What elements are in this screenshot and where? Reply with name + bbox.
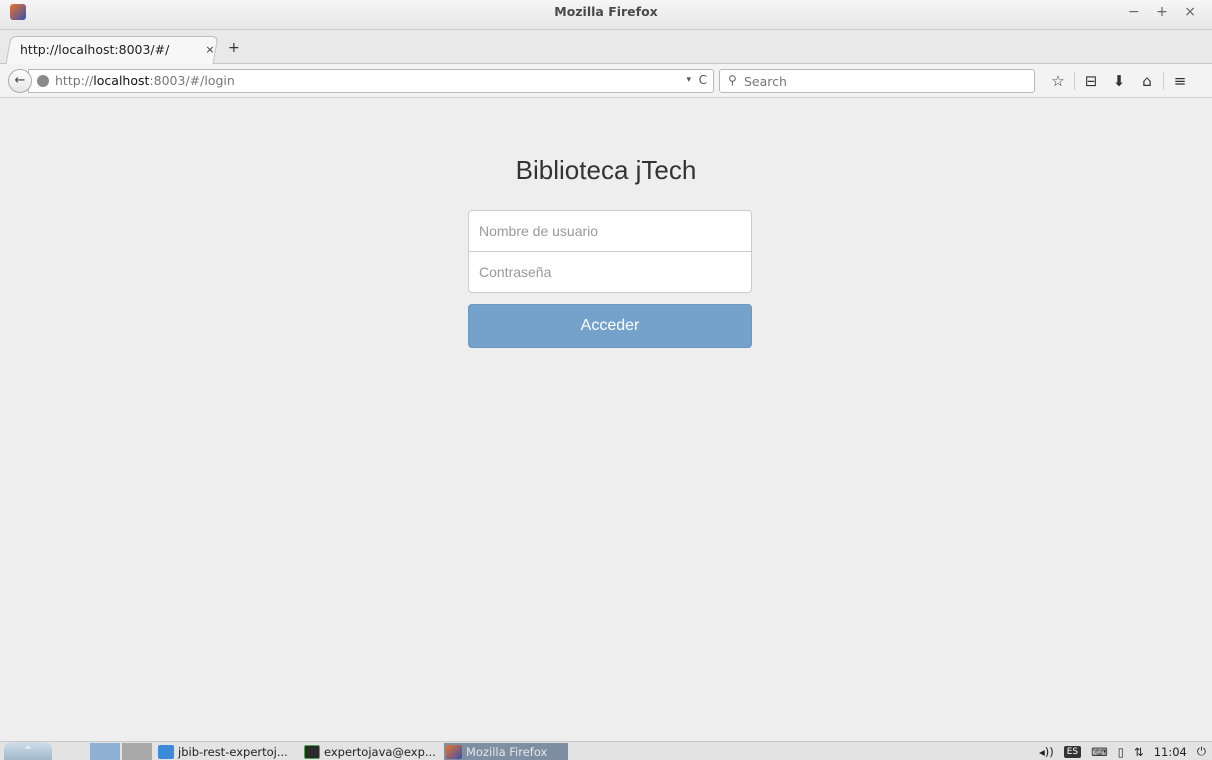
battery-icon[interactable]: ▯ (1118, 745, 1124, 759)
star-icon[interactable]: ☆ (1044, 72, 1072, 90)
search-icon: ⚲ (728, 73, 737, 87)
login-button[interactable]: Acceder (468, 304, 752, 348)
url-text[interactable]: http://localhost:8003/#/login (55, 73, 235, 88)
network-icon[interactable]: ⇅ (1134, 745, 1144, 759)
start-menu-button[interactable]: ⌃ (4, 742, 52, 760)
toolbar-separator (1074, 72, 1075, 90)
page-title: Biblioteca jTech (515, 155, 697, 185)
download-icon[interactable]: ⬇ (1105, 72, 1133, 90)
firefox-icon (446, 744, 462, 759)
window-title: Mozilla Firefox (554, 4, 658, 19)
clock[interactable]: 11:04 (1154, 745, 1187, 759)
password-field[interactable] (468, 251, 752, 293)
terminal-icon (304, 744, 320, 759)
toolbar-icons: ☆ ⊟ ⬇ ⌂ ≡ (1044, 70, 1194, 92)
reload-icon[interactable]: C (699, 73, 707, 87)
url-dropdown-icon[interactable]: ▾ (686, 75, 691, 85)
keyboard-icon[interactable]: ⌨ (1091, 745, 1108, 759)
username-field[interactable] (468, 210, 752, 252)
ide-icon (158, 744, 174, 759)
reading-list-icon[interactable]: ⊟ (1077, 72, 1105, 90)
tab-close-icon[interactable]: × (200, 43, 220, 56)
taskbar-item-label: jbib-rest-expertoj... (178, 744, 288, 759)
search-bar[interactable]: ⚲ Search (719, 69, 1035, 93)
toolbar-separator (1163, 72, 1164, 90)
back-button[interactable]: ← (8, 69, 32, 93)
system-tray: ◂)) ES ⌨ ▯ ⇅ 11:04 ⏻ (1029, 743, 1206, 760)
taskbar-item-label: Mozilla Firefox (466, 744, 548, 759)
taskbar-item-firefox[interactable]: Mozilla Firefox (444, 743, 568, 760)
nav-bar: http://localhost:8003/#/login ▾ C ← ⚲ Se… (0, 64, 1212, 98)
keyboard-layout-badge[interactable]: ES (1063, 745, 1082, 758)
tab-strip: http://localhost:8003/#/ × + (0, 30, 1212, 64)
new-tab-button[interactable]: + (228, 40, 240, 56)
tab-label: http://localhost:8003/#/ (20, 41, 170, 57)
workspace-2[interactable] (122, 743, 152, 760)
url-bar[interactable]: http://localhost:8003/#/login ▾ C (28, 69, 714, 93)
taskbar-item-jbib[interactable]: jbib-rest-expertoj... (158, 743, 288, 760)
menu-icon[interactable]: ≡ (1166, 72, 1194, 90)
volume-icon[interactable]: ◂)) (1039, 745, 1054, 759)
page-content: Biblioteca jTech Acceder (0, 99, 1212, 741)
taskbar-item-label: expertojava@exp... (324, 744, 436, 759)
globe-icon (37, 75, 49, 87)
taskbar-item-terminal[interactable]: expertojava@exp... (304, 743, 436, 760)
search-placeholder: Search (744, 74, 787, 89)
workspace-1[interactable] (90, 743, 120, 760)
power-icon[interactable]: ⏻ (1197, 744, 1206, 759)
home-icon[interactable]: ⌂ (1133, 72, 1161, 90)
taskbar: ⌃ jbib-rest-expertoj... expertojava@exp.… (0, 741, 1212, 760)
tab-localhost[interactable]: http://localhost:8003/#/ × (20, 39, 220, 59)
window-controls[interactable]: − + × (1128, 4, 1202, 20)
window-title-bar: Mozilla Firefox − + × (0, 0, 1212, 30)
